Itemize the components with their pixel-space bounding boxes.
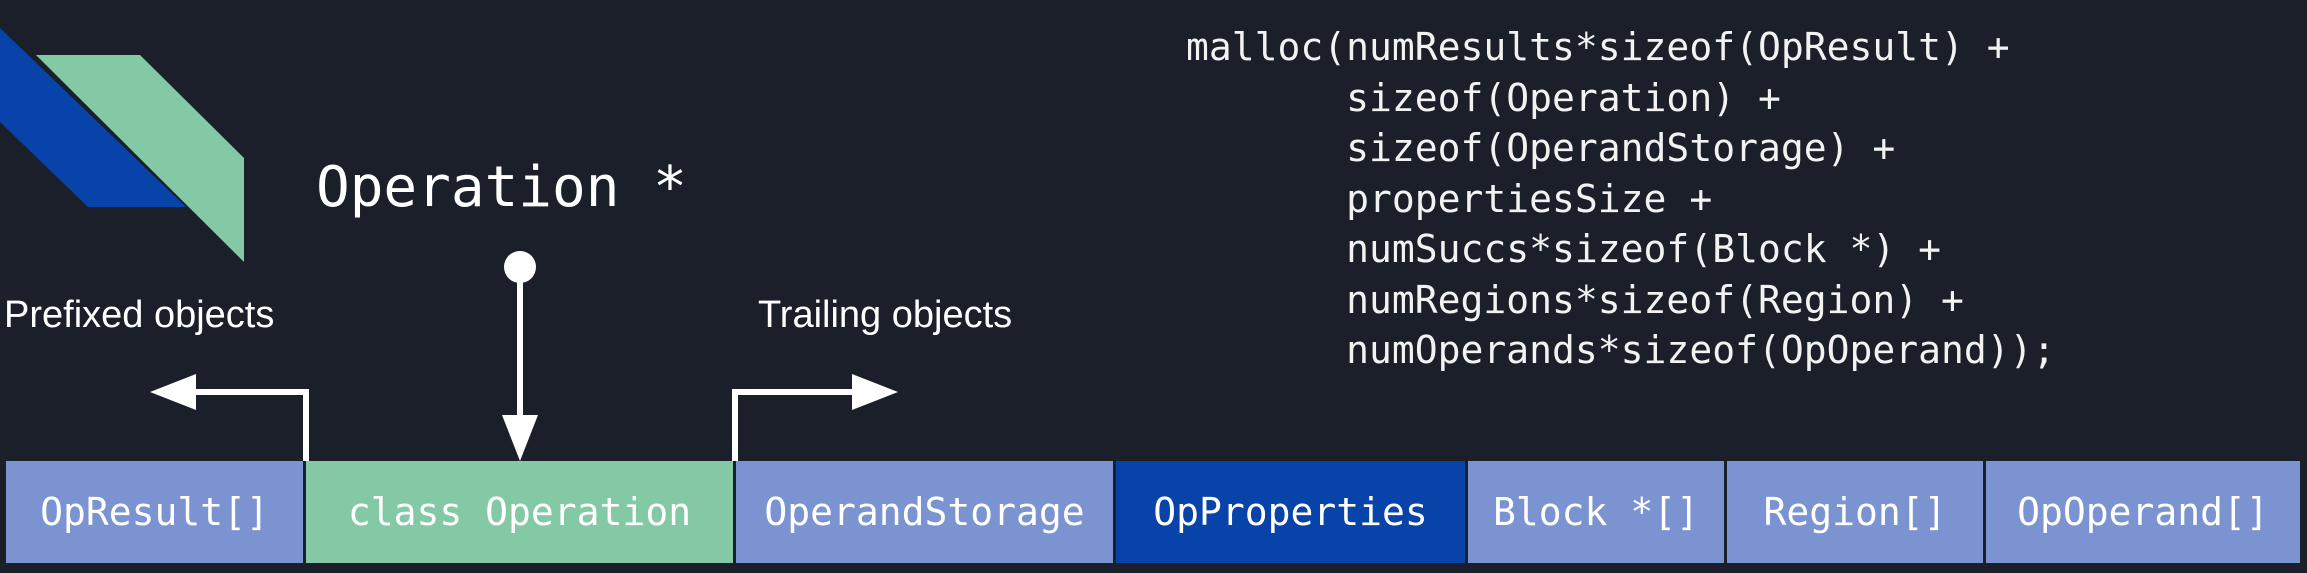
block-region-array: Region[]	[1727, 461, 1986, 563]
prefix-arrow-shaft	[190, 389, 309, 461]
block-opoperand-array: OpOperand[]	[1986, 461, 2300, 563]
block-block-ptr-array: Block *[]	[1468, 461, 1727, 563]
memory-layout-row: OpResult[] class Operation OperandStorag…	[6, 461, 2300, 563]
prefix-arrowhead	[150, 374, 196, 410]
trailing-arrow-shaft	[732, 389, 855, 461]
block-operandstorage: OperandStorage	[736, 461, 1116, 563]
trailing-arrowhead	[852, 374, 898, 410]
block-opresult: OpResult[]	[6, 461, 306, 563]
block-opproperties: OpProperties	[1116, 461, 1468, 563]
pointer-arrowhead	[502, 415, 538, 461]
block-class-operation: class Operation	[306, 461, 736, 563]
